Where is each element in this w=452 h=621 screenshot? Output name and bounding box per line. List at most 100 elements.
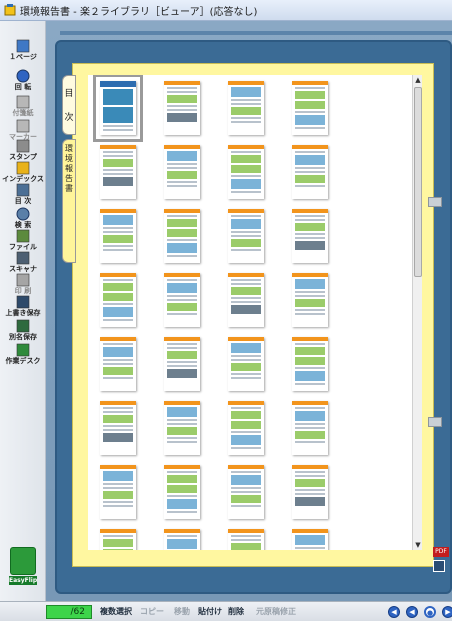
page-thumbnail[interactable] bbox=[292, 209, 328, 263]
page-thumbnail[interactable] bbox=[228, 337, 264, 391]
thumbnail-content bbox=[231, 249, 261, 251]
page-thumbnail[interactable] bbox=[228, 465, 264, 519]
thumbnail-content bbox=[103, 319, 133, 321]
tab-environmental-report[interactable]: 環境報告書 bbox=[62, 139, 76, 263]
thumbnail-content bbox=[103, 505, 133, 507]
thumbnail-content bbox=[167, 151, 197, 161]
thumbnail-scrollbar[interactable]: ▲ ▼ bbox=[412, 75, 422, 550]
status-button[interactable]: 削除 bbox=[228, 606, 244, 617]
toolbar-button-save[interactable]: 上書き保存 bbox=[2, 295, 44, 321]
page-thumbnail[interactable] bbox=[100, 337, 136, 391]
next-page-icon[interactable]: ▶ bbox=[442, 606, 452, 618]
page-thumbnail[interactable] bbox=[164, 81, 200, 135]
page-thumbnail[interactable] bbox=[100, 465, 136, 519]
toolbar-button-sticky-note[interactable]: 付箋紙 bbox=[2, 95, 44, 121]
bookmark-marker-top[interactable] bbox=[428, 197, 442, 207]
thumbnail-content bbox=[231, 495, 261, 503]
title-bar[interactable]: 環境報告書 - 楽２ライブラリ［ビューア］(応答なし) bbox=[0, 0, 452, 21]
page-thumbnail[interactable] bbox=[292, 273, 328, 327]
thumbnail-content bbox=[231, 355, 261, 357]
status-button[interactable]: 複数選択 bbox=[100, 606, 132, 617]
page-thumbnail[interactable] bbox=[292, 145, 328, 199]
page-thumbnail[interactable] bbox=[292, 529, 328, 550]
thumbnail-content bbox=[231, 301, 261, 303]
page-thumbnail[interactable] bbox=[292, 81, 328, 135]
page-thumbnail[interactable] bbox=[100, 209, 136, 263]
scroll-up-arrow-icon[interactable]: ▲ bbox=[413, 75, 423, 85]
page-thumbnail[interactable] bbox=[164, 209, 200, 263]
file-icon bbox=[16, 229, 30, 243]
marker-icon bbox=[16, 119, 30, 133]
thumbnail-grid[interactable] bbox=[88, 75, 413, 550]
page-thumbnail[interactable] bbox=[164, 337, 200, 391]
easyflip-logo[interactable]: EasyFlip bbox=[9, 547, 37, 587]
first-page-icon[interactable]: ◀ bbox=[388, 606, 400, 618]
page-thumbnail[interactable] bbox=[100, 273, 136, 327]
scroll-thumb[interactable] bbox=[414, 87, 422, 277]
thumbnail-content bbox=[231, 377, 261, 379]
tab-toc[interactable]: 目次 bbox=[62, 75, 76, 135]
viewer-window: 環境報告書 - 楽２ライブラリ［ビューア］(応答なし) １ページ回 転付箋紙 マー… bbox=[0, 0, 452, 621]
page-thumbnail[interactable] bbox=[228, 81, 264, 135]
save-icon bbox=[16, 295, 30, 309]
thumbnail-content bbox=[103, 107, 133, 123]
toolbar-button-rotate[interactable]: 回 転 bbox=[2, 69, 44, 95]
thumbnail-content bbox=[167, 535, 197, 537]
page-thumbnail[interactable] bbox=[228, 273, 264, 327]
page-thumbnail[interactable] bbox=[164, 401, 200, 455]
toolbar-button-toc[interactable]: 目 次 bbox=[2, 183, 44, 209]
thumbnail-content bbox=[292, 273, 328, 277]
page-thumbnail[interactable] bbox=[100, 145, 136, 199]
stop-icon[interactable]: ● bbox=[424, 606, 436, 618]
status-button[interactable]: 元原稿修正 bbox=[256, 606, 296, 617]
page-thumbnail[interactable] bbox=[100, 529, 136, 550]
thumbnail-content bbox=[295, 91, 325, 99]
thumbnail-content bbox=[167, 365, 197, 367]
status-button[interactable]: コピー bbox=[140, 606, 164, 617]
page-thumbnail[interactable] bbox=[100, 401, 136, 455]
window-title: 環境報告書 - 楽２ライブラリ［ビューア］(応答なし) bbox=[20, 7, 258, 18]
thumbnail-content bbox=[228, 401, 264, 405]
page-thumbnail[interactable] bbox=[228, 209, 264, 263]
thumbnail-content bbox=[295, 127, 325, 129]
thumbnail-content bbox=[167, 91, 197, 93]
page-thumbnail[interactable] bbox=[292, 401, 328, 455]
thumbnail-content bbox=[167, 485, 197, 493]
thumbnail-content bbox=[231, 487, 261, 489]
thumbnail-content bbox=[164, 529, 200, 533]
previous-page-icon[interactable]: ◀ bbox=[406, 606, 418, 618]
page-counter[interactable]: /62 bbox=[46, 605, 92, 619]
page-thumbnail[interactable] bbox=[164, 529, 200, 550]
thumbnail-content bbox=[228, 337, 264, 341]
status-button[interactable]: 移動 bbox=[174, 606, 190, 617]
page-thumbnail[interactable] bbox=[228, 401, 264, 455]
page-thumbnail[interactable] bbox=[292, 337, 328, 391]
toolbar-button-save-as[interactable]: 別名保存 bbox=[2, 319, 44, 345]
scroll-down-arrow-icon[interactable]: ▼ bbox=[413, 540, 423, 550]
thumbnail-content bbox=[231, 231, 261, 233]
toolbar-button-single-page[interactable]: １ページ bbox=[2, 39, 44, 65]
page-thumbnail[interactable] bbox=[228, 529, 264, 550]
page-thumbnail[interactable] bbox=[164, 145, 200, 199]
thumbnail-content bbox=[164, 337, 200, 341]
thumbnail-content bbox=[231, 165, 261, 173]
page-corner-icon[interactable] bbox=[433, 560, 445, 572]
page-thumbnail[interactable] bbox=[164, 465, 200, 519]
thumbnail-content bbox=[228, 209, 264, 213]
page-thumbnail[interactable] bbox=[93, 75, 143, 142]
easyflip-label: EasyFlip bbox=[9, 576, 38, 585]
thumbnail-content bbox=[103, 177, 133, 186]
page-thumbnail[interactable] bbox=[164, 273, 200, 327]
status-button[interactable]: 貼付け bbox=[198, 606, 222, 617]
thumbnail-content bbox=[167, 181, 197, 183]
page-thumbnail[interactable] bbox=[292, 465, 328, 519]
page-thumbnail[interactable] bbox=[228, 145, 264, 199]
pdf-icon[interactable]: PDF bbox=[433, 547, 449, 557]
bookmark-marker-bottom[interactable] bbox=[428, 417, 442, 427]
toolbar-button-label: 付箋紙 bbox=[12, 109, 34, 117]
thumbnail-content bbox=[295, 411, 325, 421]
thumbnail-content bbox=[103, 347, 133, 357]
thumbnail-content bbox=[167, 95, 197, 103]
thumbnail-content bbox=[231, 431, 261, 433]
toolbar-button-desk[interactable]: 作業デスク bbox=[2, 343, 44, 369]
